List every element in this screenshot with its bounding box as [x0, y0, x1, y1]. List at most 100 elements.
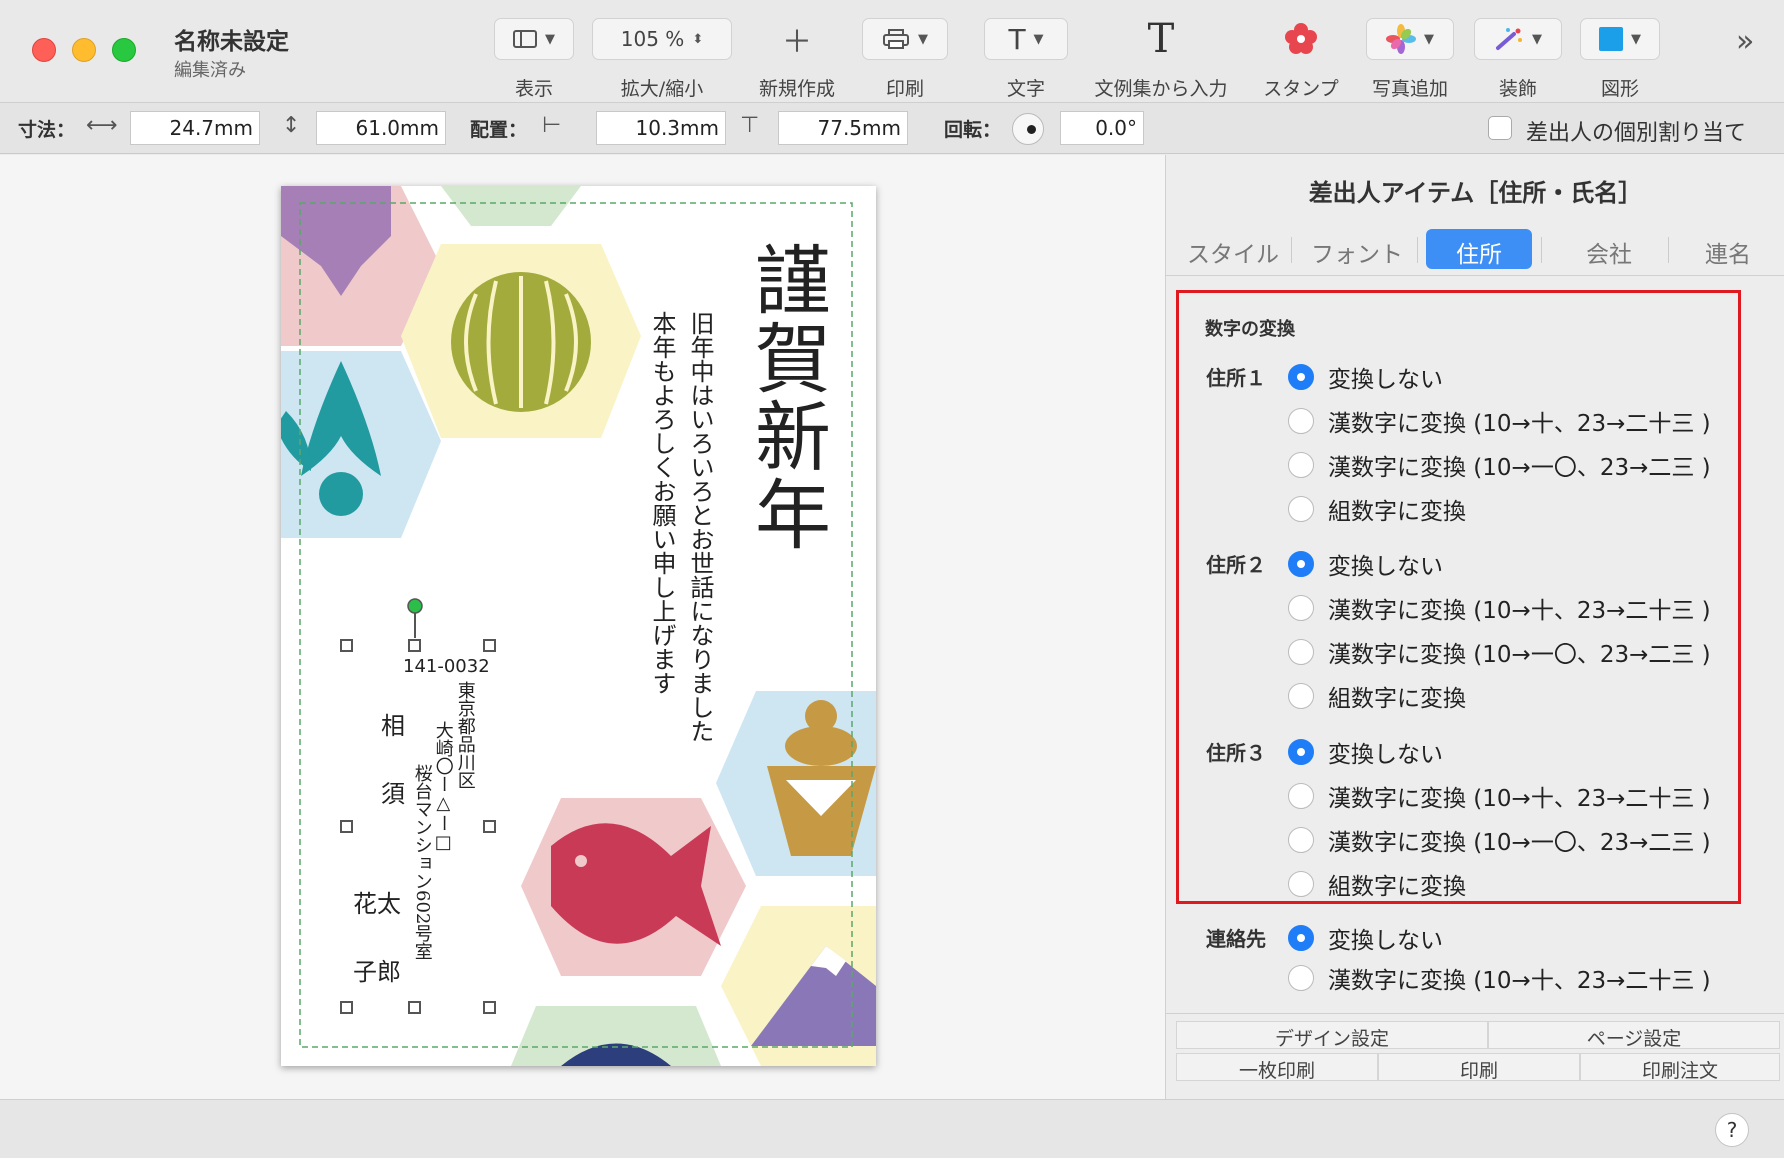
address2-option-kanji-digit[interactable]: 漢数字に変換 (10→一〇、23→二三 ) [1288, 635, 1711, 669]
option-label: 変換しない [1328, 742, 1443, 768]
radio-icon[interactable] [1288, 408, 1314, 434]
greeting-line-1[interactable]: 旧年中はいろいろとお世話になりました [683, 311, 718, 743]
radio-selected-icon[interactable] [1288, 364, 1314, 390]
address2-option-kumi[interactable]: 組数字に変換 [1288, 679, 1466, 713]
text-button[interactable]: T ▼ [984, 18, 1068, 60]
resize-handle[interactable] [408, 639, 421, 652]
address1-option-kumi[interactable]: 組数字に変換 [1288, 492, 1466, 526]
rotation-dial[interactable] [1012, 113, 1044, 145]
x-position-field[interactable]: 10.3mm [596, 111, 726, 145]
view-tool[interactable]: ▼ 表示 [494, 18, 574, 101]
print-button-panel[interactable]: 印刷 [1378, 1053, 1580, 1082]
zoom-window-button[interactable] [112, 38, 136, 62]
radio-icon[interactable] [1288, 496, 1314, 522]
address1-option-kanji-digit[interactable]: 漢数字に変換 (10→一〇、23→二三 ) [1288, 448, 1711, 482]
stamp-tool[interactable]: スタンプ [1256, 18, 1346, 101]
single-print-button[interactable]: 一枚印刷 [1176, 1053, 1378, 1082]
stamp-icon[interactable] [1256, 18, 1346, 60]
sender-name-char[interactable]: 須 [381, 774, 405, 809]
resize-handle[interactable] [340, 639, 353, 652]
chevron-double-right-icon[interactable]: » [1736, 24, 1754, 59]
sender-address-3[interactable]: 桜台マンション602号室 [412, 764, 433, 960]
zoom-stepper[interactable]: 105 % ⬍ [592, 18, 732, 60]
phrase-tool[interactable]: T 文例集から入力 [1088, 16, 1234, 101]
minimize-window-button[interactable] [72, 38, 96, 62]
zoom-tool[interactable]: 105 % ⬍ 拡大/縮小 [592, 18, 732, 101]
radio-selected-icon[interactable] [1288, 925, 1314, 951]
tab-style[interactable]: スタイル [1174, 229, 1292, 269]
sender-name-char[interactable]: 子郎 [353, 952, 401, 987]
address3-option-kumi[interactable]: 組数字に変換 [1288, 867, 1466, 901]
sender-address-2[interactable]: 大崎〇ー△ー□ [433, 721, 454, 853]
width-field[interactable]: 24.7mm [130, 111, 260, 145]
close-window-button[interactable] [32, 38, 56, 62]
text-tool[interactable]: T ▼ 文字 [984, 18, 1068, 101]
new-tool[interactable]: ＋ 新規作成 [752, 18, 842, 101]
address3-label: 住所３ [1206, 741, 1266, 765]
tab-joint-name[interactable]: 連名 [1676, 229, 1780, 269]
design-settings-button[interactable]: デザイン設定 [1176, 1021, 1488, 1050]
radio-icon[interactable] [1288, 452, 1314, 478]
photo-button[interactable]: ▼ [1366, 18, 1454, 60]
radio-icon[interactable] [1288, 965, 1314, 991]
radio-icon[interactable] [1288, 595, 1314, 621]
radio-icon[interactable] [1288, 783, 1314, 809]
resize-handle[interactable] [408, 1001, 421, 1014]
decor-button[interactable]: ▼ [1474, 18, 1562, 60]
photos-icon [1386, 24, 1416, 54]
print-button[interactable]: ▼ [862, 18, 948, 60]
height-field[interactable]: 61.0mm [316, 111, 446, 145]
print-tool[interactable]: ▼ 印刷 [862, 18, 948, 101]
photo-tool[interactable]: ▼ 写真追加 [1366, 18, 1454, 101]
sender-name-char[interactable]: 相 [381, 706, 405, 741]
address1-option-kanji-ten[interactable]: 漢数字に変換 (10→十、23→二十三 ) [1288, 404, 1711, 438]
address1-option-none[interactable]: 変換しない [1288, 360, 1443, 394]
radio-selected-icon[interactable] [1288, 551, 1314, 577]
resize-handle[interactable] [483, 820, 496, 833]
plus-icon[interactable]: ＋ [752, 18, 842, 60]
tab-address[interactable]: 住所 [1426, 229, 1532, 269]
decor-tool[interactable]: ▼ 装飾 [1474, 18, 1562, 101]
sender-zipcode[interactable]: 141-0032 [403, 656, 490, 677]
radio-icon[interactable] [1288, 827, 1314, 853]
radio-selected-icon[interactable] [1288, 739, 1314, 765]
address3-option-none[interactable]: 変換しない [1288, 735, 1443, 769]
page-settings-button[interactable]: ページ設定 [1488, 1021, 1780, 1050]
greeting-line-2[interactable]: 本年もよろしくお願い申し上げます [645, 311, 680, 695]
address3-option-kanji-ten[interactable]: 漢数字に変換 (10→十、23→二十三 ) [1288, 779, 1711, 813]
phrase-icon[interactable]: T [1088, 16, 1234, 62]
sender-address-1[interactable]: 東京都品川区 [455, 681, 476, 789]
postcard[interactable]: 謹賀新年 旧年中はいろいろとお世話になりました 本年もよろしくお願い申し上げます… [281, 186, 876, 1066]
radio-icon[interactable] [1288, 683, 1314, 709]
dial-dot-icon [1027, 125, 1036, 134]
address2-option-none[interactable]: 変換しない [1288, 547, 1443, 581]
zoom-value: 105 % [620, 27, 685, 51]
shape-button[interactable]: ▼ [1580, 18, 1660, 60]
resize-handle[interactable] [483, 639, 496, 652]
address2-option-kanji-ten[interactable]: 漢数字に変換 (10→十、23→二十三 ) [1288, 591, 1711, 625]
chevron-down-icon: ▼ [545, 31, 555, 47]
contact-option-none[interactable]: 変換しない [1288, 921, 1443, 955]
address3-option-kanji-digit[interactable]: 漢数字に変換 (10→一〇、23→二三 ) [1288, 823, 1711, 857]
resize-handle[interactable] [483, 1001, 496, 1014]
view-button[interactable]: ▼ [494, 18, 574, 60]
tab-font[interactable]: フォント [1298, 229, 1416, 269]
individual-assign-checkbox[interactable] [1488, 116, 1512, 140]
document-status: 編集済み [174, 60, 246, 81]
width-arrows-icon: ⟷ [86, 113, 118, 138]
option-label: 変換しない [1328, 554, 1443, 580]
radio-icon[interactable] [1288, 871, 1314, 897]
greeting-title[interactable]: 謹賀新年 [731, 241, 841, 553]
help-button[interactable]: ? [1715, 1113, 1749, 1147]
print-order-button[interactable]: 印刷注文 [1580, 1053, 1780, 1082]
sender-name-char[interactable]: 花太 [353, 884, 401, 919]
number-conversion-heading: 数字の変換 [1205, 319, 1295, 340]
y-position-field[interactable]: 77.5mm [778, 111, 908, 145]
tab-company[interactable]: 会社 [1550, 229, 1668, 269]
shape-tool[interactable]: ▼ 図形 [1580, 18, 1660, 101]
rotation-field[interactable]: 0.0° [1060, 111, 1144, 145]
resize-handle[interactable] [340, 820, 353, 833]
contact-option-kanji-ten[interactable]: 漢数字に変換 (10→十、23→二十三 ) [1288, 961, 1711, 995]
radio-icon[interactable] [1288, 639, 1314, 665]
resize-handle[interactable] [340, 1001, 353, 1014]
